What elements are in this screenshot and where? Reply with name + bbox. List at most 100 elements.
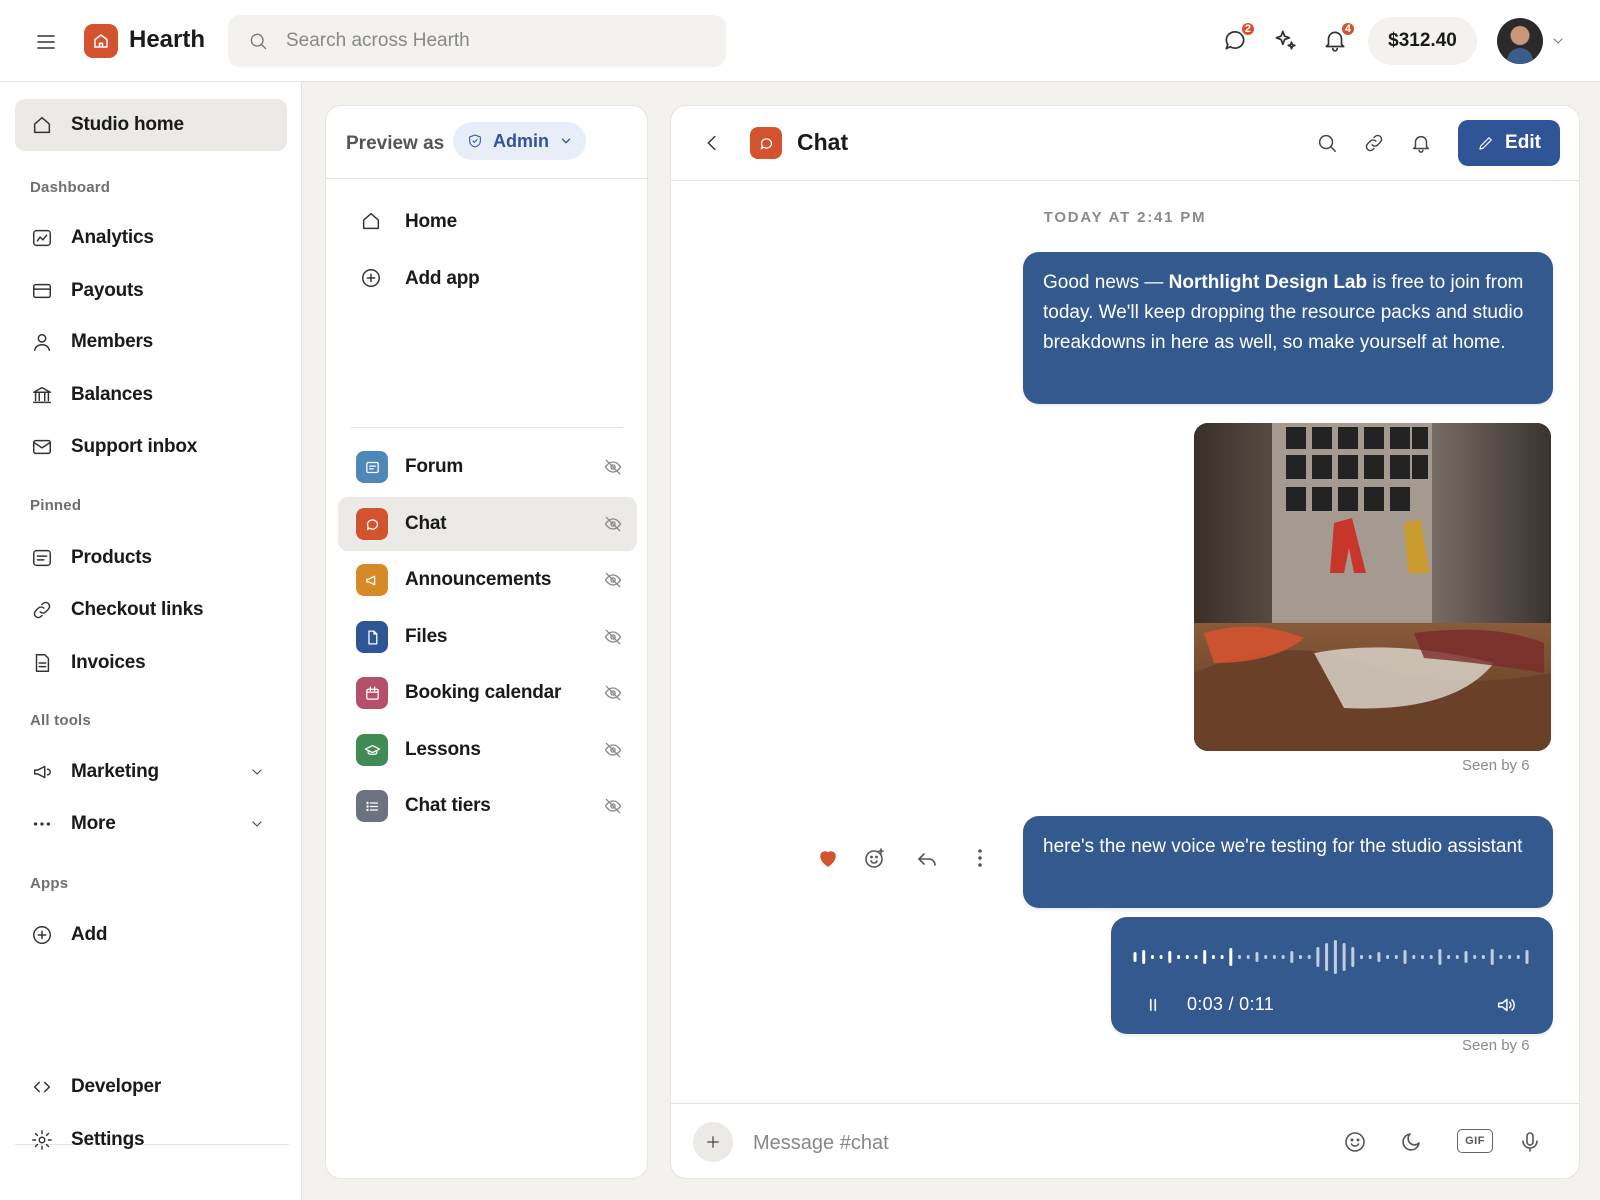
panel-item-label: Chat tiers xyxy=(405,795,491,816)
nav-developer[interactable]: Developer xyxy=(15,1061,287,1113)
chevron-down-icon[interactable] xyxy=(1550,33,1566,49)
eye-off-icon[interactable] xyxy=(603,740,623,760)
add-reaction-icon[interactable] xyxy=(862,846,888,872)
nav-support-inbox[interactable]: Support inbox xyxy=(15,421,287,473)
panel-app-chat[interactable]: Chat xyxy=(338,497,637,551)
edit-button[interactable]: Edit xyxy=(1458,120,1560,166)
link-icon[interactable] xyxy=(1363,132,1387,156)
waveform[interactable] xyxy=(1131,935,1531,979)
plus-circle-icon xyxy=(30,923,54,947)
message-input[interactable] xyxy=(753,1126,1273,1160)
preview-as-row: Preview as Admin xyxy=(326,106,647,179)
waveform-bar xyxy=(1499,955,1503,959)
analytics-icon xyxy=(30,226,54,250)
panel-item-label: Announcements xyxy=(405,569,552,590)
nav-label: Balances xyxy=(71,384,153,405)
nav-balances[interactable]: Balances xyxy=(15,369,287,421)
emoji-icon[interactable] xyxy=(1343,1130,1367,1154)
bell-icon[interactable] xyxy=(1410,132,1434,156)
nav-products[interactable]: Products xyxy=(15,532,287,584)
nav-members[interactable]: Members xyxy=(15,316,287,368)
panel-app-booking-calendar[interactable]: Booking calendar xyxy=(338,666,637,720)
hearth-logo-icon[interactable] xyxy=(84,24,118,58)
chat-title: Chat xyxy=(797,129,849,155)
nav-label: Settings xyxy=(71,1129,145,1150)
message-text: Good news — xyxy=(1043,272,1169,293)
waveform-bar xyxy=(1168,951,1172,963)
chevron-down-icon[interactable] xyxy=(249,764,265,780)
waveform-bar xyxy=(1290,951,1294,963)
nav-analytics[interactable]: Analytics xyxy=(15,212,287,264)
waveform-bar xyxy=(1264,955,1268,959)
nav-payouts[interactable]: Payouts xyxy=(15,265,287,317)
nav-checkout-links[interactable]: Checkout links xyxy=(15,584,287,636)
heart-icon[interactable] xyxy=(816,846,842,872)
chevron-down-icon xyxy=(559,134,573,148)
waveform-bar xyxy=(1281,955,1285,959)
eye-off-icon[interactable] xyxy=(603,683,623,703)
bell-icon[interactable]: 4 xyxy=(1322,21,1356,55)
section-all-tools: All tools xyxy=(30,712,91,729)
search-icon[interactable] xyxy=(1316,132,1340,156)
more-vertical-icon[interactable] xyxy=(968,846,994,872)
avatar[interactable] xyxy=(1497,18,1543,64)
attach-button[interactable] xyxy=(693,1122,733,1162)
panel-item-home[interactable]: Home xyxy=(338,195,637,249)
pencil-icon xyxy=(1477,134,1505,152)
nav-settings[interactable]: Settings xyxy=(15,1114,287,1166)
pause-icon[interactable] xyxy=(1144,996,1162,1014)
panel-app-lessons[interactable]: Lessons xyxy=(338,723,637,777)
nav-studio-home[interactable]: Studio home xyxy=(15,99,287,151)
messages-badge: 2 xyxy=(1239,21,1256,37)
eye-off-icon[interactable] xyxy=(603,570,623,590)
waveform-bar xyxy=(1368,955,1372,959)
panel-item-label: Booking calendar xyxy=(405,682,562,703)
microphone-icon[interactable] xyxy=(1518,1130,1542,1154)
panel-app-files[interactable]: Files xyxy=(338,610,637,664)
nav-label: Studio home xyxy=(71,114,184,135)
message-bubble[interactable]: Good news — Northlight Design Lab is fre… xyxy=(1023,252,1553,404)
link-icon xyxy=(30,598,54,622)
sticker-icon[interactable] xyxy=(1399,1130,1423,1154)
volume-icon[interactable] xyxy=(1495,994,1517,1016)
back-chevron-icon[interactable] xyxy=(701,132,723,154)
waveform-bar xyxy=(1421,955,1424,959)
search-bar[interactable] xyxy=(228,15,726,67)
edit-label: Edit xyxy=(1505,132,1541,153)
voice-message[interactable]: 0:03 / 0:11 xyxy=(1111,917,1553,1034)
role-dropdown[interactable]: Admin xyxy=(453,122,586,160)
chat-panel: Chat Edit TODAY AT 2:41 PM Good news — N… xyxy=(670,105,1580,1179)
nav-more[interactable]: More xyxy=(15,798,287,850)
nav-label: Marketing xyxy=(71,761,159,782)
waveform-bar xyxy=(1360,955,1363,959)
waveform-bar xyxy=(1455,955,1459,959)
seen-receipt: Seen by 6 xyxy=(1462,757,1530,774)
gif-button[interactable]: GIF xyxy=(1457,1129,1493,1153)
menu-icon[interactable] xyxy=(34,30,58,52)
panel-app-announcements[interactable]: Announcements xyxy=(338,553,637,607)
seen-receipt: Seen by 6 xyxy=(1462,1037,1530,1054)
chevron-down-icon[interactable] xyxy=(249,816,265,832)
eye-off-icon[interactable] xyxy=(603,627,623,647)
waveform-bar xyxy=(1403,950,1407,964)
reply-icon[interactable] xyxy=(915,846,941,872)
search-input[interactable] xyxy=(286,30,686,52)
waveform-bar xyxy=(1211,955,1215,959)
message-photo[interactable] xyxy=(1194,423,1551,751)
messages-icon[interactable]: 2 xyxy=(1222,21,1256,55)
panel-item-add-app[interactable]: Add app xyxy=(338,252,637,306)
waveform-bar xyxy=(1142,950,1146,964)
balance-pill[interactable]: $312.40 xyxy=(1368,17,1477,65)
panel-app-chat-tiers[interactable]: Chat tiers xyxy=(338,779,637,833)
sparkles-icon[interactable] xyxy=(1272,27,1300,55)
nav-add-app[interactable]: Add xyxy=(15,909,287,961)
eye-off-icon[interactable] xyxy=(603,796,623,816)
nav-marketing[interactable]: Marketing xyxy=(15,746,287,798)
nav-invoices[interactable]: Invoices xyxy=(15,637,287,689)
eye-off-icon[interactable] xyxy=(603,514,623,534)
eye-off-icon[interactable] xyxy=(603,457,623,477)
panel-app-forum[interactable]: Forum xyxy=(338,440,637,494)
app-name[interactable]: Hearth xyxy=(129,26,205,54)
message-bubble[interactable]: here's the new voice we're testing for t… xyxy=(1023,816,1553,908)
panel-item-label: Files xyxy=(405,626,448,647)
